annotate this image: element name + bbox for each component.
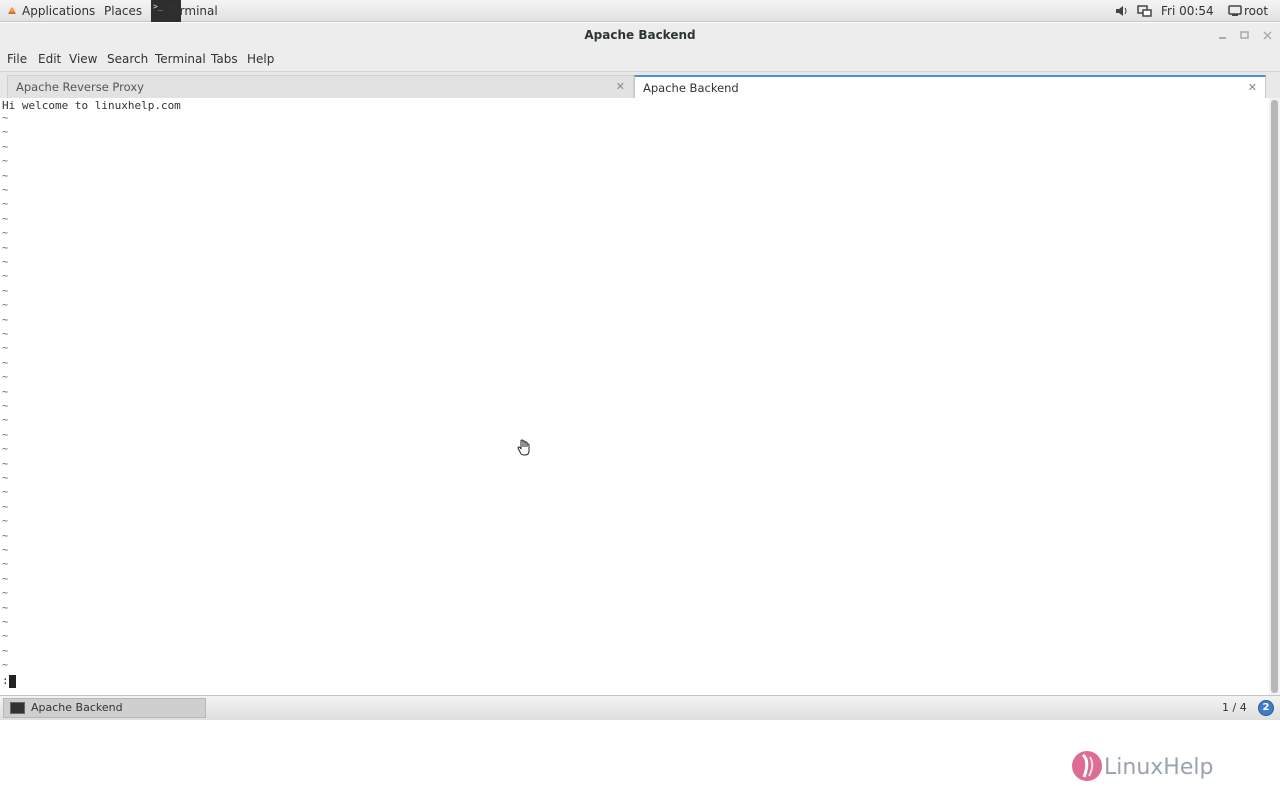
tab-label: Apache Backend [643, 81, 739, 95]
tab-bar: Apache Reverse Proxy ✕ Apache Backend ✕ [0, 72, 1280, 98]
vim-tilde-line: ~ [2, 487, 9, 499]
vim-command-prompt: : [2, 674, 9, 687]
vim-tilde-line: ~ [2, 631, 9, 643]
close-icon[interactable] [1259, 28, 1276, 43]
linuxhelp-logo: LinuxHelp [1070, 749, 1230, 783]
hand-pointer-icon [517, 439, 531, 457]
vim-tilde-line: ~ [2, 401, 9, 412]
menu-search[interactable]: Search [107, 52, 148, 66]
vim-tilde-line: ~ [2, 501, 9, 513]
menu-edit[interactable]: Edit [38, 52, 61, 66]
vim-tilde-line: ~ [2, 242, 9, 254]
places-menu[interactable]: Places [104, 0, 142, 22]
vim-tilde-line: ~ [2, 444, 9, 456]
vim-tilde-line: ~ [2, 228, 9, 240]
menu-view[interactable]: View [69, 52, 97, 66]
terminal-icon [10, 702, 25, 714]
vim-tilde-line: ~ [2, 573, 9, 585]
svg-text:LinuxHelp: LinuxHelp [1104, 755, 1213, 780]
notification-badge[interactable]: 2 [1258, 700, 1274, 716]
minimize-icon[interactable] [1214, 28, 1231, 43]
menu-help[interactable]: Help [247, 52, 274, 66]
vim-tilde-line: ~ [2, 559, 9, 571]
vim-tilde-line: ~ [2, 602, 9, 614]
vim-tilde-line: ~ [2, 458, 9, 470]
vim-tilde-line: ~ [2, 357, 9, 369]
vim-tilde-line: ~ [2, 314, 9, 326]
vim-tilde-line: ~ [2, 588, 9, 600]
vim-tilde-line: ~ [2, 329, 9, 340]
vim-tilde-line: ~ [2, 199, 9, 211]
clock[interactable]: Fri 00:54 [1161, 0, 1214, 22]
menu-terminal[interactable]: Terminal [155, 52, 206, 66]
top-panel: Applications Places >_ Terminal Fri 00:5… [0, 0, 1280, 22]
tab-apache-backend[interactable]: Apache Backend ✕ [634, 75, 1266, 98]
vim-tilde-line: ~ [2, 141, 9, 153]
taskbar-window-button[interactable]: Apache Backend [3, 698, 206, 718]
vim-tilde-line: ~ [2, 617, 9, 628]
menu-file[interactable]: File [7, 52, 27, 66]
scrollbar-thumb[interactable] [1271, 100, 1278, 693]
vim-tilde-line: ~ [2, 473, 9, 484]
tab-close-icon[interactable]: ✕ [616, 76, 625, 98]
user-icon[interactable] [1228, 0, 1242, 22]
vim-tilde-line: ~ [2, 300, 9, 312]
terminal-scrollbar[interactable] [1269, 98, 1280, 695]
vim-tilde-line: ~ [2, 285, 9, 297]
vim-tilde-line: ~ [2, 660, 9, 672]
vim-tilde-line: ~ [2, 415, 9, 427]
window-title: Apache Backend [584, 28, 696, 42]
vim-tilde-line: ~ [2, 257, 9, 268]
tab-close-icon[interactable]: ✕ [1248, 77, 1257, 99]
applications-icon[interactable] [6, 0, 18, 22]
vim-tilde-line: ~ [2, 343, 9, 355]
svg-text:>_: >_ [153, 2, 163, 11]
tab-label: Apache Reverse Proxy [16, 80, 144, 94]
vim-tilde-line: ~ [2, 271, 9, 283]
applications-menu[interactable]: Applications [22, 0, 95, 22]
workspace-switcher[interactable]: 1 / 4 [1222, 701, 1247, 714]
terminal-text-line: Hi welcome to linuxhelp.com [2, 99, 181, 112]
vim-tilde-line: ~ [2, 530, 9, 542]
taskbar-window-label: Apache Backend [31, 701, 123, 714]
vim-tilde-line: ~ [2, 429, 9, 441]
vim-tilde-line: ~ [2, 113, 9, 124]
menu-bar: File Edit View Search Terminal Tabs Help [0, 48, 1280, 72]
vim-tilde-line: ~ [2, 156, 9, 168]
vim-tilde-line: ~ [2, 545, 9, 556]
terminal-area[interactable]: Hi welcome to linuxhelp.com ~ ~ ~ ~ ~ ~ ~ ~ ~ ~ ~ ~… [0, 98, 1269, 781]
tab-apache-reverse-proxy[interactable]: Apache Reverse Proxy ✕ [7, 75, 634, 98]
menu-tabs[interactable]: Tabs [211, 52, 238, 66]
vim-tilde-line: ~ [2, 645, 9, 657]
maximize-icon[interactable] [1236, 28, 1253, 43]
vim-tilde-line: ~ [2, 127, 9, 139]
vim-tilde-line: ~ [2, 516, 9, 528]
volume-icon[interactable] [1114, 0, 1130, 22]
vim-tilde-line: ~ [2, 386, 9, 398]
bottom-panel: Apache Backend 1 / 4 2 [0, 695, 1280, 720]
user-menu[interactable]: root [1244, 0, 1268, 22]
vim-tilde-line: ~ [2, 185, 9, 196]
vim-tilde-line: ~ [2, 372, 9, 384]
window-titlebar[interactable]: Apache Backend [0, 23, 1280, 48]
network-icon[interactable] [1137, 0, 1153, 22]
terminal-task-label[interactable]: Terminal [167, 0, 218, 22]
text-cursor [9, 675, 16, 688]
vim-tilde-line: ~ [2, 213, 9, 225]
vim-tilde-line: ~ [2, 170, 9, 182]
